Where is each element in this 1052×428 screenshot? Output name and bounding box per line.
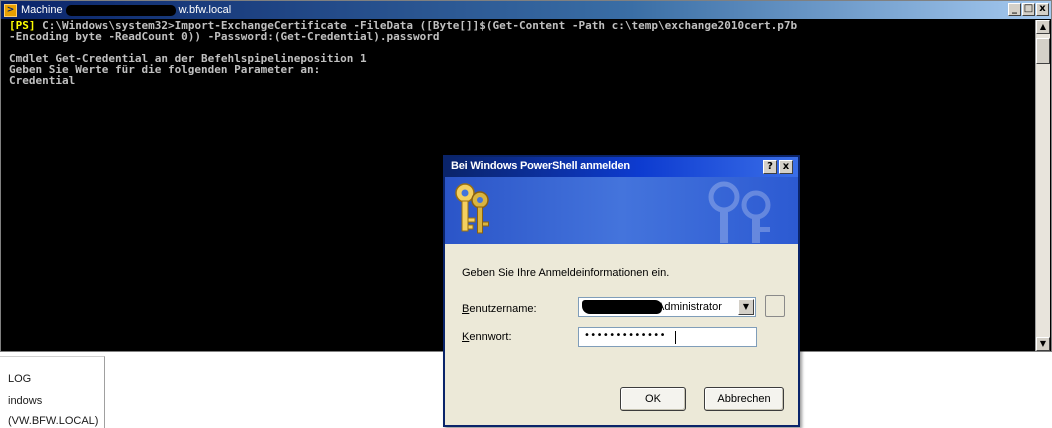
console-vertical-scrollbar[interactable]: ▲ ▼ — [1035, 20, 1050, 351]
redacted-domain — [582, 300, 662, 314]
keys-icon — [455, 183, 489, 234]
password-label: Kennwort: — [462, 331, 512, 343]
username-combobox[interactable]: \Administrator ▼ — [578, 297, 756, 317]
output-line-3: Credential — [9, 74, 76, 87]
scroll-down-arrow-icon[interactable]: ▼ — [1036, 337, 1050, 351]
help-button[interactable]: ? — [763, 160, 777, 174]
password-value: ••••••••••••• — [584, 330, 666, 341]
username-label-text: enutzername: — [469, 303, 537, 315]
minimize-button[interactable]: _ — [1008, 3, 1021, 16]
ok-button[interactable]: OK — [620, 387, 686, 411]
console-title: Machine w.bfw.local — [21, 4, 231, 16]
redacted-hostname — [65, 4, 176, 16]
background-tree-panel: LOG indows (VW.BFW.LOCAL) — [0, 356, 105, 428]
dialog-close-button[interactable]: x — [779, 160, 793, 174]
password-label-text: ennwort: — [469, 331, 512, 343]
maximize-button[interactable]: □ — [1022, 3, 1035, 16]
scrollbar-thumb[interactable] — [1036, 38, 1050, 64]
credential-dialog: Bei Windows PowerShell anmelden ? x Gebe… — [443, 155, 800, 427]
scroll-up-arrow-icon[interactable]: ▲ — [1036, 20, 1050, 34]
console-window-controls: _ □ x — [1008, 3, 1049, 16]
chevron-down-icon[interactable]: ▼ — [738, 299, 754, 315]
powershell-app-icon: > — [4, 3, 17, 17]
username-value: \Administrator — [654, 301, 722, 313]
tree-item[interactable]: LOG — [8, 373, 31, 385]
close-button[interactable]: x — [1036, 3, 1049, 16]
text-caret — [675, 331, 676, 344]
password-field[interactable]: ••••••••••••• — [578, 327, 757, 347]
keys-watermark-icon — [708, 181, 771, 243]
console-title-prefix: Machine — [21, 4, 63, 16]
credential-prompt-text: Geben Sie Ihre Anmeldeinformationen ein. — [462, 267, 670, 279]
console-titlebar[interactable]: > Machine w.bfw.local _ □ x — [1, 1, 1051, 19]
username-label: Benutzername: — [462, 303, 537, 315]
dialog-banner — [445, 177, 798, 244]
cancel-button[interactable]: Abbrechen — [704, 387, 784, 411]
console-title-suffix: w.bfw.local — [178, 4, 232, 16]
dialog-title: Bei Windows PowerShell anmelden — [451, 160, 630, 172]
tree-item[interactable]: (VW.BFW.LOCAL) — [8, 415, 98, 427]
tree-item[interactable]: indows — [8, 395, 42, 407]
dialog-titlebar[interactable]: Bei Windows PowerShell anmelden ? x — [445, 157, 798, 177]
console-output[interactable]: [PS] C:\Windows\system32>Import-Exchange… — [9, 20, 1031, 86]
browse-credentials-button[interactable] — [765, 295, 785, 317]
command-line-2: -Encoding byte -ReadCount 0)) -Password:… — [9, 30, 440, 43]
